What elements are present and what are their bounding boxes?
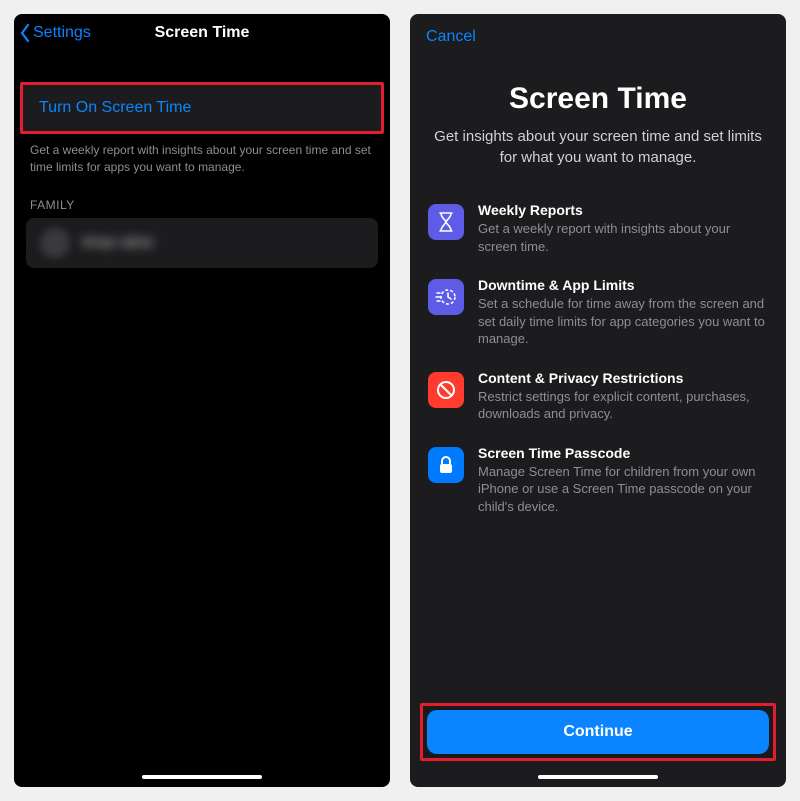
settings-screen: Settings Screen Time Turn On Screen Time… [14,14,390,787]
no-sign-icon [428,372,464,408]
navigation-bar: Settings Screen Time [14,14,390,54]
feature-desc: Manage Screen Time for children from you… [478,463,768,516]
hourglass-icon [428,204,464,240]
continue-highlight: Continue [420,703,776,761]
feature-desc: Get a weekly report with insights about … [478,220,768,255]
feature-content-privacy: Content & Privacy Restrictions Restrict … [428,370,768,423]
family-member-row[interactable]: Khan Idrisi [26,218,378,268]
cancel-button[interactable]: Cancel [410,14,786,50]
feature-desc: Restrict settings for explicit content, … [478,388,768,423]
onboarding-subtitle: Get insights about your screen time and … [410,116,786,168]
feature-title: Weekly Reports [478,202,768,218]
home-indicator[interactable] [142,775,262,779]
feature-passcode: Screen Time Passcode Manage Screen Time … [428,445,768,516]
feature-weekly-reports: Weekly Reports Get a weekly report with … [428,202,768,255]
avatar-icon [40,228,70,258]
turn-on-screen-time-button[interactable]: Turn On Screen Time [20,82,384,134]
description-text: Get a weekly report with insights about … [14,134,390,176]
continue-button[interactable]: Continue [427,710,769,754]
feature-desc: Set a schedule for time away from the sc… [478,295,768,348]
onboarding-title: Screen Time [410,82,786,116]
feature-title: Downtime & App Limits [478,277,768,293]
page-title: Screen Time [14,24,390,42]
feature-title: Content & Privacy Restrictions [478,370,768,386]
clock-speed-icon [428,279,464,315]
lock-icon [428,447,464,483]
onboarding-screen: Cancel Screen Time Get insights about yo… [410,14,786,787]
feature-title: Screen Time Passcode [478,445,768,461]
family-member-name: Khan Idrisi [82,234,153,251]
family-section-header: FAMILY [14,176,390,218]
feature-list: Weekly Reports Get a weekly report with … [410,168,786,515]
feature-downtime: Downtime & App Limits Set a schedule for… [428,277,768,348]
home-indicator[interactable] [538,775,658,779]
settings-list: Turn On Screen Time Get a weekly report … [14,82,390,268]
